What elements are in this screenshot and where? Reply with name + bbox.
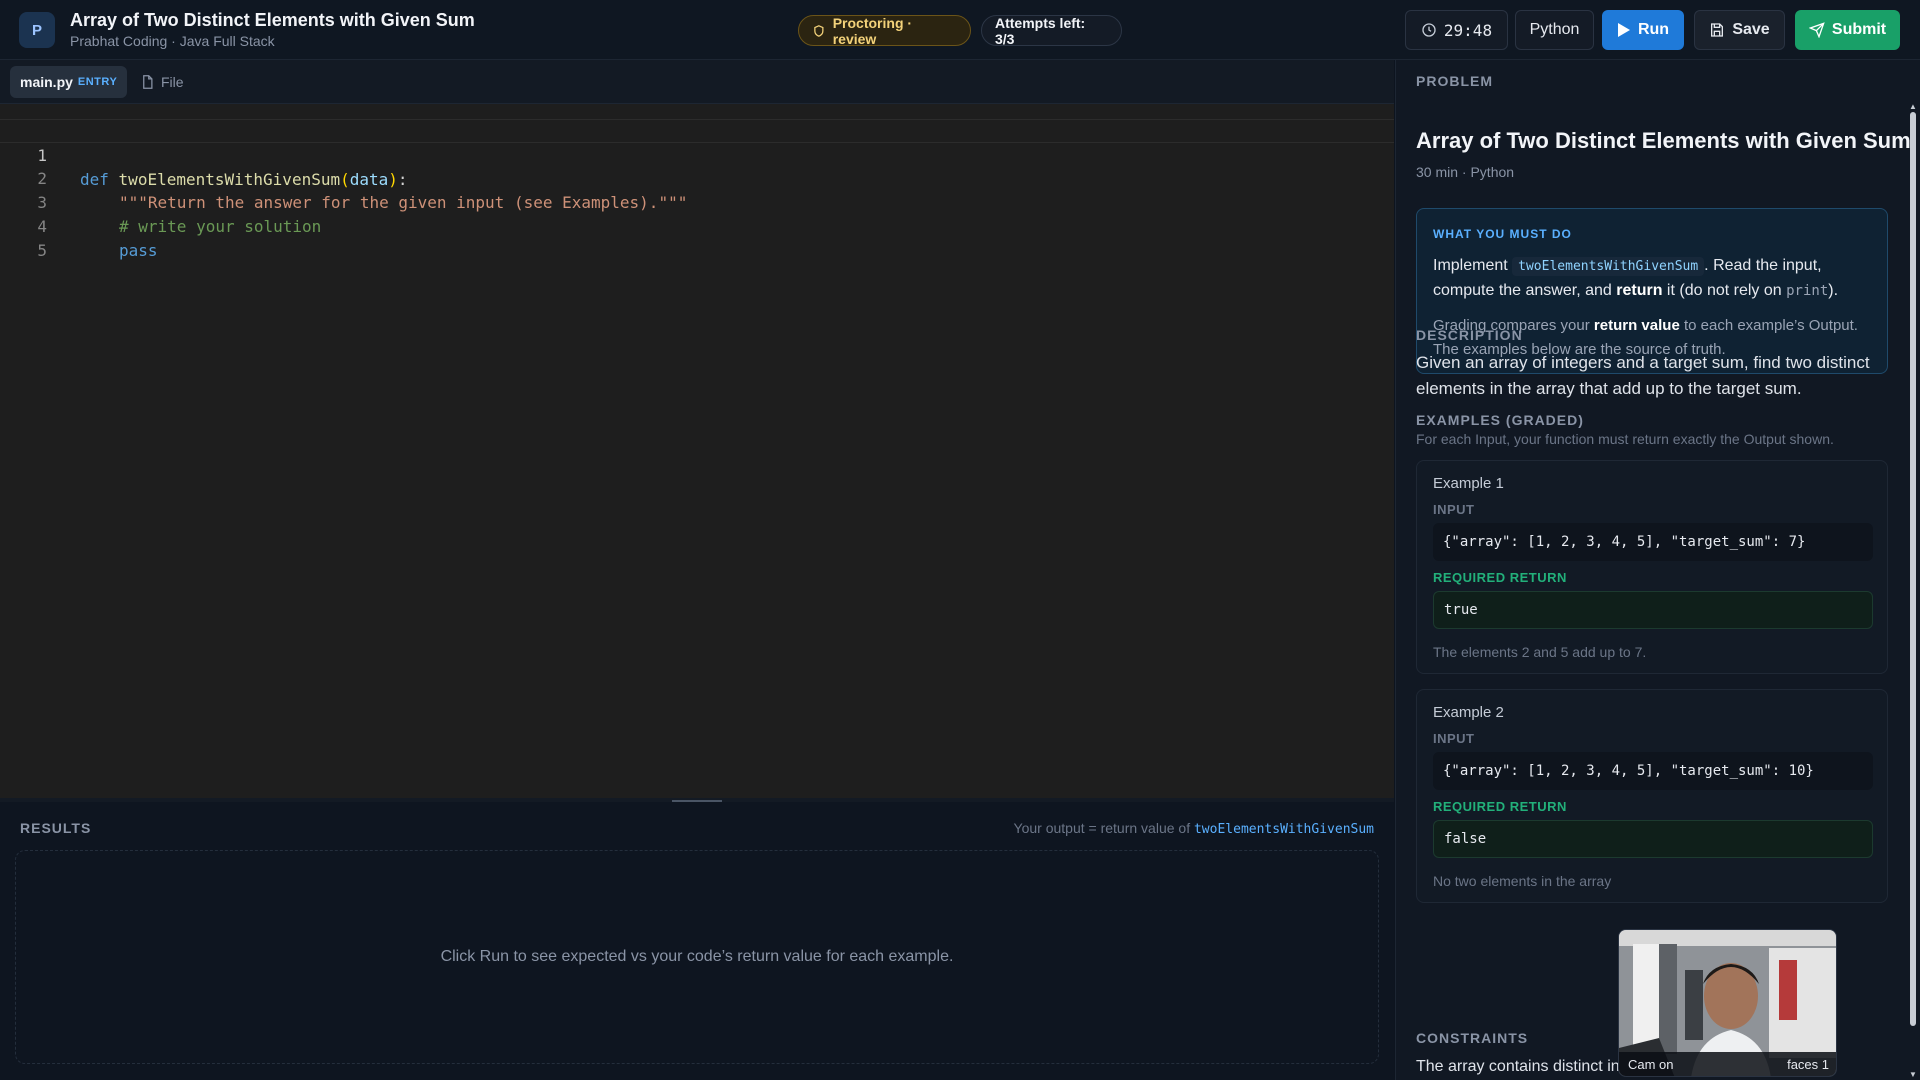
required-return-label: REQUIRED RETURN [1433,799,1567,814]
results-heading: RESULTS [20,820,92,836]
file-tab-bar: main.py ENTRY File [0,60,1394,104]
example-explanation: No two elements in the array [1433,873,1612,889]
line-number: 5 [37,241,47,260]
examples-subtitle: For each Input, your function must retur… [1416,431,1834,447]
results-note: Your output = return value of twoElement… [1014,820,1374,837]
shield-icon [814,24,824,37]
proctoring-badge: Proctoring · review [798,14,971,47]
constraints-text: The array contains distinct in [1416,1058,1620,1075]
new-file-button[interactable]: File [140,66,184,98]
example-input[interactable]: {"array": [1, 2, 3, 4, 5], "target_sum":… [1433,523,1873,561]
results-empty-state: Click Run to see expected vs your code’s… [15,850,1379,1064]
clock-icon [1422,23,1436,37]
problem-meta: 30 min · Python [1416,164,1515,180]
results-note-function: twoElementsWithGivenSum [1193,822,1374,837]
code-line[interactable]: 1 def twoElementsWithGivenSum(data): [0,119,1394,189]
send-icon [1808,22,1825,38]
example-title: Example 2 [1433,704,1504,721]
save-icon [1711,23,1724,37]
tab-main-py-label: main.py [20,74,73,90]
problem-title: Array of Two Distinct Elements with Give… [1416,128,1911,153]
top-bar: P Array of Two Distinct Elements with Gi… [0,0,1920,60]
timer-value: 29:48 [1443,20,1493,40]
example-input[interactable]: {"array": [1, 2, 3, 4, 5], "target_sum":… [1433,752,1873,790]
code-line[interactable]: 4 pass [0,191,1394,260]
camera-status: Cam on [1628,1057,1674,1072]
submit-button[interactable]: Submit [1795,10,1900,50]
example-card: Example 1 INPUT {"array": [1, 2, 3, 4, 5… [1416,460,1888,674]
instructions-heading: WHAT YOU MUST DO [1433,227,1572,241]
timer: 29:48 [1405,10,1508,50]
scroll-down-arrow[interactable]: ▼ [1909,1071,1917,1079]
page-title: Array of Two Distinct Elements with Give… [70,10,475,30]
example-explanation: The elements 2 and 5 add up to 7. [1433,644,1647,660]
example-output[interactable]: false [1433,820,1873,858]
attempts-label: Attempts left: 3/3 [995,14,1086,47]
entry-tag: ENTRY [77,76,118,88]
description-heading: DESCRIPTION [1416,327,1523,343]
save-button[interactable]: Save [1694,10,1785,50]
proctoring-label: Proctoring · review [832,14,913,47]
webcam-status-bar: Cam on faces 1 [1619,1052,1836,1076]
face-count: faces 1 [1787,1057,1829,1072]
submit-label: Submit [1831,21,1887,38]
text-span: it (do not rely on [1666,282,1782,299]
bold-return: return [1616,282,1663,299]
inline-code-print: print [1786,283,1829,299]
input-label: INPUT [1433,731,1475,746]
new-file-label: File [161,74,184,90]
inline-code-function: twoElementsWithGivenSum [1512,257,1705,276]
code-line[interactable]: 2 """Return the answer for the given inp… [0,143,1394,212]
results-panel: RESULTS Your output = return value of tw… [0,802,1394,1080]
problem-panel[interactable]: PROBLEM Array of Two Distinct Elements w… [1395,60,1920,1080]
instructions-text: Implement twoElementsWithGivenSum. Read … [1433,254,1878,303]
run-label: Run [1637,21,1670,38]
code-line[interactable]: 3 # write your solution [0,167,1394,236]
code-line[interactable]: 5 [0,215,1394,260]
run-button[interactable]: Run [1602,10,1684,50]
play-icon [1617,23,1630,37]
scroll-up-arrow[interactable]: ▲ [1909,103,1917,111]
save-label: Save [1732,21,1770,38]
app-logo: P [19,12,55,48]
language-selector[interactable]: Python [1515,10,1594,50]
tab-main-py[interactable]: main.py ENTRY [10,66,128,98]
examples-heading: EXAMPLES (GRADED) [1416,412,1584,428]
keyword: pass [119,241,158,260]
results-note-text: Your output = return value of [1013,820,1191,836]
problem-scrollbar[interactable]: ▲ ▼ [1908,103,1918,1080]
example-output[interactable]: true [1433,591,1873,629]
file-icon [143,75,153,89]
constraints-heading: CONSTRAINTS [1416,1030,1529,1046]
input-label: INPUT [1433,502,1475,517]
webcam-preview[interactable]: Cam on faces 1 [1618,929,1837,1077]
example-card: Example 2 INPUT {"array": [1, 2, 3, 4, 5… [1416,689,1888,903]
description-text: Given an array of integers and a target … [1416,353,1870,398]
text-span: Implement [1433,257,1508,274]
attempts-badge: Attempts left: 3/3 [981,14,1122,47]
problem-section-label: PROBLEM [1416,73,1493,89]
code-editor[interactable]: 1 def twoElementsWithGivenSum(data): 2 "… [0,104,1394,798]
text-span: ). [1828,282,1839,299]
required-return-label: REQUIRED RETURN [1433,570,1567,585]
bold-return-value: return value [1593,317,1680,334]
scrollbar-thumb[interactable] [1910,112,1916,1026]
course-subtitle: Prabhat Coding · Java Full Stack [70,33,275,49]
example-title: Example 1 [1433,475,1504,492]
